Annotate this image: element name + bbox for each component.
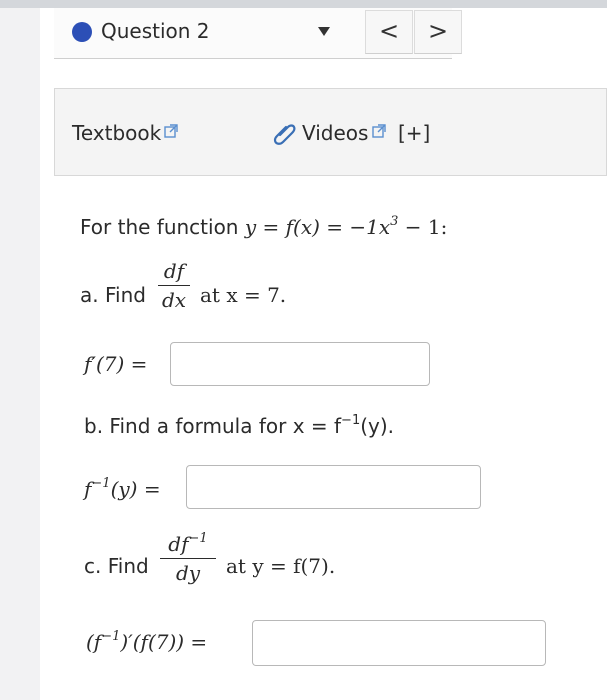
part-c-frac-num-sup: −1: [188, 531, 208, 546]
part-c-label-sup: −1: [101, 629, 121, 644]
part-b-answer-input[interactable]: [186, 465, 481, 509]
function-expr-main: y = f(x) = −1x: [244, 215, 391, 239]
part-c-tail: at y = f(7).: [226, 554, 336, 578]
intro-text: For the function: [80, 215, 239, 239]
expand-videos-button[interactable]: [+]: [398, 119, 430, 147]
fraction-bar: [158, 285, 190, 286]
part-c-frac-num-main: df: [168, 532, 189, 556]
part-a-derivative-fraction: df dx: [158, 258, 190, 313]
question-status-dot-icon: [72, 22, 92, 42]
part-a-frac-num: df: [163, 259, 185, 283]
part-c-lead: c. Find: [84, 554, 149, 578]
part-b-text-tail: (y).: [360, 414, 395, 438]
part-a-frac-den: dx: [161, 288, 187, 312]
part-b-text: b. Find a formula for x = f: [84, 414, 342, 438]
question-title: Question 2: [101, 19, 210, 43]
part-c-frac-num: df−1: [160, 531, 216, 557]
part-c-label-tail: )′(f(7)) =: [120, 630, 208, 654]
previous-question-button[interactable]: <: [365, 10, 413, 54]
function-tail: − 1:: [398, 215, 448, 239]
problem-intro: For the function y = f(x) = −1x3 − 1:: [80, 213, 447, 241]
fraction-bar: [160, 558, 216, 559]
left-rail: [0, 8, 40, 700]
part-b-label-sup: −1: [91, 476, 111, 491]
part-b-prompt: b. Find a formula for x = f−1(y).: [84, 412, 394, 440]
part-c-answer-input[interactable]: [252, 620, 546, 666]
part-c-answer-label: (f−1)′(f(7)) =: [86, 628, 207, 656]
part-b-answer-label: f−1(y) =: [84, 475, 161, 503]
part-a-answer-label: f′(7) =: [84, 352, 148, 376]
part-a-tail: at x = 7.: [200, 283, 287, 307]
chevron-down-icon[interactable]: [318, 27, 330, 36]
external-link-icon: [372, 124, 386, 138]
external-link-icon: [164, 124, 178, 138]
videos-link[interactable]: Videos: [302, 119, 368, 147]
part-c-frac-den: dy: [175, 561, 201, 585]
part-c-label-pre: (f: [86, 630, 102, 654]
part-a-lead: a. Find: [80, 283, 146, 307]
paperclip-icon: [273, 124, 296, 145]
textbook-link[interactable]: Textbook: [72, 119, 161, 147]
part-c-derivative-fraction: df−1 dy: [160, 531, 216, 586]
next-question-button[interactable]: >: [414, 10, 462, 54]
function-expression: y = f(x) = −1x3 − 1:: [245, 215, 448, 239]
part-b-label-tail: (y) =: [110, 477, 161, 501]
part-a-answer-input[interactable]: [170, 342, 430, 386]
part-b-sup: −1: [341, 413, 361, 428]
top-strip: [0, 0, 607, 8]
